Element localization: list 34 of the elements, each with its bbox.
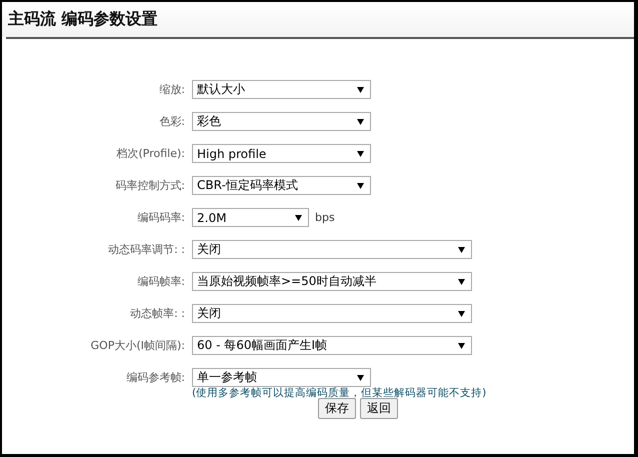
field-label: 缩放: [158,82,186,98]
caret-icon [295,214,302,220]
form-button[interactable]: 保存 [318,398,356,419]
dropdown[interactable]: High profile [192,144,371,163]
caret-icon [357,150,364,156]
field-label: 动态帧率: : [129,306,186,322]
caret-icon [357,182,364,188]
field-label: 编码码率: [136,210,186,226]
caret-icon [357,118,364,124]
dropdown[interactable]: 单一参考帧 [192,368,371,387]
dropdown[interactable]: 关闭 [192,304,472,323]
caret-icon [458,246,465,252]
form-button[interactable]: 返回 [360,398,398,419]
field-label: 编码帧率: [136,274,186,290]
field-label: 编码参考帧: [125,370,186,386]
dropdown[interactable]: 彩色 [192,112,371,131]
field-label: 档次(Profile): [116,146,186,162]
field-label: 码率控制方式: [114,178,186,194]
dropdown[interactable]: CBR-恒定码率模式 [192,176,371,195]
field-label: GOP大小(I帧间隔): [90,338,186,354]
hint-text: (使用多参考帧可以提高编码质量，但某些解码器可能不支持) [192,387,486,400]
caret-icon [458,310,465,316]
dropdown[interactable]: 2.0M [192,208,309,227]
caret-icon [458,342,465,348]
dropdown[interactable]: 当原始视频帧率>=50时自动减半 [192,272,472,291]
dropdown[interactable]: 关闭 [192,240,472,259]
field-label: 色彩: [158,114,186,130]
dropdown[interactable]: 默认大小 [192,80,371,99]
dropdown[interactable]: 60 - 每60幅画面产生I帧 [192,336,472,355]
caret-icon [357,374,364,380]
field-label: 动态码率调节: : [107,242,186,258]
caret-icon [357,86,364,92]
unit-label: bps [315,211,335,224]
caret-icon [458,278,465,284]
